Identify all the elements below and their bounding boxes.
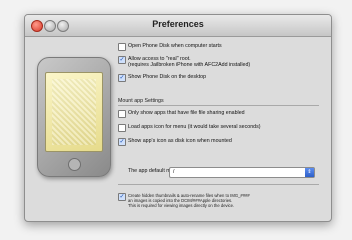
- preferences-content: Open Phone Disk when computer starts ✓ A…: [25, 37, 331, 221]
- window-title: Preferences: [152, 19, 204, 29]
- section-divider: [118, 184, 319, 185]
- option-label: Load apps icon for menu (it would take s…: [128, 124, 261, 130]
- thumbnail-note: Create hidden thumbnails & auto-rename f…: [128, 193, 318, 209]
- checkbox-real-root[interactable]: ✓: [118, 56, 126, 64]
- mount-path-value: /: [173, 169, 175, 175]
- checkbox-hidden-thumbnails[interactable]: ✓: [118, 193, 126, 201]
- option-label: Open Phone Disk when computer starts: [128, 43, 222, 49]
- title-bar: Preferences: [25, 15, 331, 37]
- checkbox-app-icon-disk[interactable]: ✓: [118, 138, 126, 146]
- device-screen: [45, 72, 103, 152]
- option-label: Show app's icon as disk icon when mounte…: [128, 138, 232, 144]
- checkbox-open-at-start[interactable]: [118, 43, 126, 51]
- checkbox-load-app-icons[interactable]: [118, 124, 126, 132]
- option-label: Only show apps that have file file shari…: [128, 110, 245, 116]
- mount-path-select[interactable]: / ⇕: [169, 167, 315, 178]
- checkbox-show-on-desktop[interactable]: ✓: [118, 74, 126, 82]
- option-sublabel: (requires Jailbroken iPhone with AFC2Add…: [128, 62, 251, 68]
- mount-section-title: Mount app Settings: [118, 98, 164, 104]
- home-button-icon: [68, 158, 81, 171]
- updown-arrow-icon[interactable]: ⇕: [305, 168, 314, 177]
- checkbox-file-sharing-only[interactable]: [118, 110, 126, 118]
- preferences-window: Preferences Open Phone Disk when compute…: [24, 14, 332, 222]
- iphone-device-icon: [37, 57, 111, 177]
- section-divider: [118, 105, 319, 106]
- note-line: This is required for viewing images dire…: [128, 203, 235, 209]
- option-label: Show Phone Disk on the desktop: [128, 74, 207, 80]
